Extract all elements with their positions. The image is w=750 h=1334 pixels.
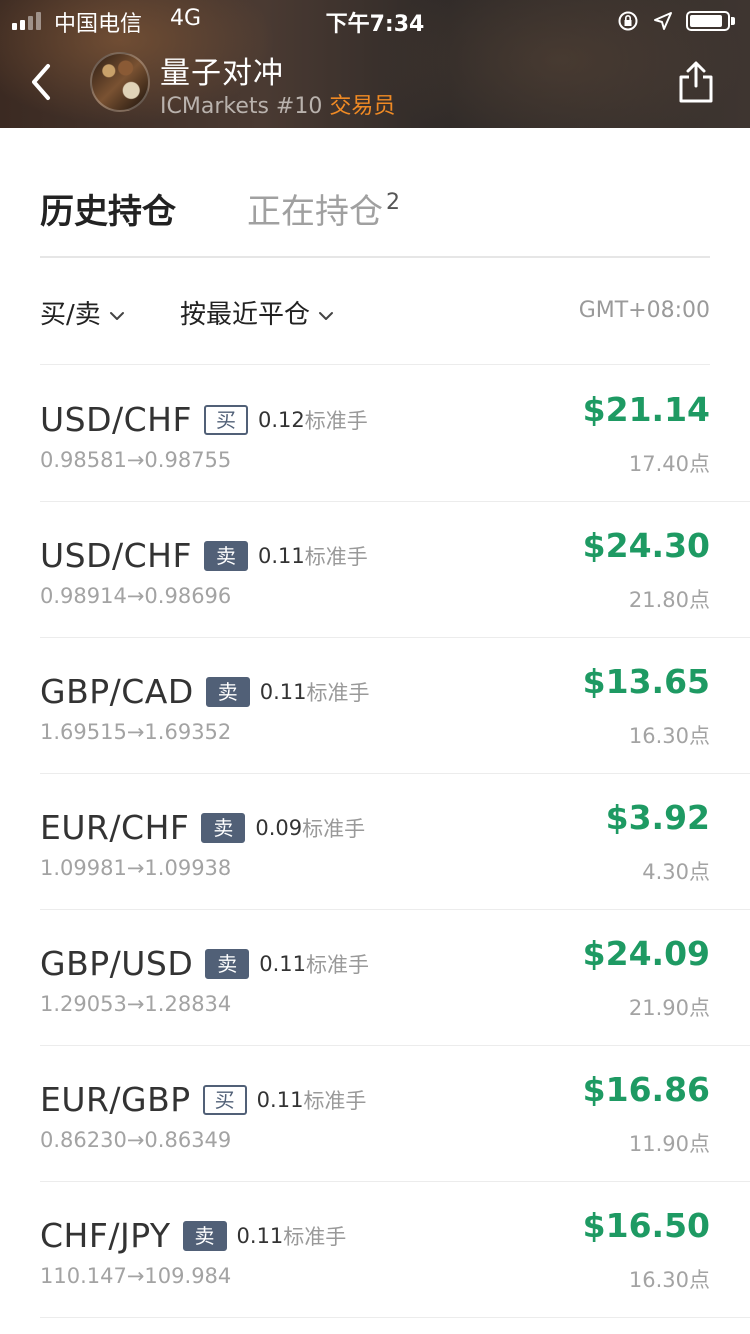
sort-dropdown[interactable]: 按最近平仓 bbox=[180, 294, 334, 331]
profit-amount: $16.86 bbox=[582, 1070, 710, 1109]
profit-amount: $3.92 bbox=[605, 798, 710, 837]
side-filter-label: 买/卖 bbox=[40, 300, 101, 330]
trade-row[interactable]: USD/CHF 卖 0.11 标准手 0.98914→0.98696 $24.30… bbox=[40, 502, 750, 638]
profit-amount: $13.65 bbox=[582, 662, 710, 701]
trader-meta: ICMarkets #10 交易员 bbox=[160, 88, 395, 120]
filter-bar: 买/卖 按最近平仓 GMT+08:00 bbox=[40, 290, 710, 336]
app-header: 中国电信 4G 下午7:34 量子对冲 ICMarkets #10 交易员 bbox=[0, 0, 750, 128]
tabs-divider bbox=[40, 256, 710, 258]
pair-line: EUR/CHF 卖 0.09 标准手 bbox=[40, 808, 365, 847]
sort-label: 按最近平仓 bbox=[180, 300, 311, 330]
lot-unit: 标准手 bbox=[302, 816, 366, 841]
side-badge: 卖 bbox=[201, 812, 246, 843]
pair-line: USD/CHF 卖 0.11 标准手 bbox=[40, 536, 368, 575]
pips-gained: 21.90点 bbox=[628, 996, 710, 1020]
pair-line: USD/CHF 买 0.12 标准手 bbox=[40, 400, 368, 439]
open-close-prices: 0.98581→0.98755 bbox=[40, 448, 232, 472]
timezone-label: GMT+08:00 bbox=[578, 298, 710, 323]
lot-unit: 标准手 bbox=[304, 408, 368, 433]
trade-row[interactable]: CHF/JPY 卖 0.11 标准手 110.147→109.984 $16.50… bbox=[40, 1182, 750, 1318]
trader-name: 量子对冲 bbox=[160, 56, 284, 91]
pair-line: EUR/GBP 买 0.11 标准手 bbox=[40, 1080, 366, 1119]
side-badge: 卖 bbox=[203, 540, 248, 571]
status-bar: 中国电信 4G 下午7:34 bbox=[0, 0, 750, 40]
open-close-prices: 1.69515→1.69352 bbox=[40, 720, 232, 744]
pips-gained: 16.30点 bbox=[628, 724, 710, 748]
battery-icon bbox=[686, 11, 736, 33]
tab-open-positions[interactable]: 正在持仓 bbox=[247, 184, 383, 233]
currency-pair: USD/CHF bbox=[40, 400, 192, 439]
open-positions-count: 2 bbox=[386, 190, 400, 215]
profit-amount: $24.09 bbox=[582, 934, 710, 973]
pips-gained: 4.30点 bbox=[642, 860, 710, 884]
lot-size: 0.11 bbox=[257, 543, 305, 568]
trader-role-label: 交易员 bbox=[329, 94, 396, 119]
trade-row[interactable]: USD/CHF 买 0.12 标准手 0.98581→0.98755 $21.14… bbox=[40, 366, 750, 502]
side-badge: 卖 bbox=[205, 948, 250, 979]
trade-row[interactable]: GBP/USD 卖 0.11 标准手 1.29053→1.28834 $24.09… bbox=[40, 910, 750, 1046]
side-badge: 买 bbox=[203, 404, 248, 435]
side-filter-dropdown[interactable]: 买/卖 bbox=[40, 294, 125, 331]
lot-size: 0.11 bbox=[259, 951, 307, 976]
trade-row[interactable]: EUR/GBP 买 0.11 标准手 0.86230→0.86349 $16.86… bbox=[40, 1046, 750, 1182]
side-badge: 买 bbox=[202, 1084, 247, 1115]
pair-line: GBP/USD 卖 0.11 标准手 bbox=[40, 944, 369, 983]
open-close-prices: 1.29053→1.28834 bbox=[40, 992, 232, 1016]
chevron-down-icon bbox=[319, 311, 334, 320]
currency-pair: EUR/CHF bbox=[40, 808, 190, 847]
pair-line: CHF/JPY 卖 0.11 标准手 bbox=[40, 1216, 346, 1255]
lot-unit: 标准手 bbox=[283, 1224, 347, 1249]
open-close-prices: 0.98914→0.98696 bbox=[40, 584, 232, 608]
currency-pair: CHF/JPY bbox=[40, 1216, 171, 1255]
broker-label: ICMarkets #10 bbox=[160, 94, 323, 119]
open-close-prices: 0.86230→0.86349 bbox=[40, 1128, 232, 1152]
profit-amount: $24.30 bbox=[582, 526, 710, 565]
open-close-prices: 110.147→109.984 bbox=[40, 1264, 232, 1288]
pips-gained: 11.90点 bbox=[628, 1132, 710, 1156]
share-button[interactable] bbox=[676, 60, 716, 104]
profit-amount: $21.14 bbox=[582, 390, 710, 429]
location-arrow-icon bbox=[654, 12, 672, 30]
open-close-prices: 1.09981→1.09938 bbox=[40, 856, 232, 880]
currency-pair: GBP/USD bbox=[40, 944, 194, 983]
currency-pair: GBP/CAD bbox=[40, 672, 194, 711]
side-badge: 卖 bbox=[182, 1220, 227, 1251]
lot-size: 0.12 bbox=[257, 407, 305, 432]
lot-size: 0.11 bbox=[259, 679, 307, 704]
pips-gained: 21.80点 bbox=[628, 588, 710, 612]
lot-unit: 标准手 bbox=[306, 952, 370, 977]
profit-amount: $16.50 bbox=[582, 1206, 710, 1245]
currency-pair: USD/CHF bbox=[40, 536, 192, 575]
lot-size: 0.09 bbox=[255, 815, 303, 840]
lot-unit: 标准手 bbox=[304, 544, 368, 569]
avatar[interactable] bbox=[90, 52, 150, 112]
trade-row[interactable]: EUR/CHF 卖 0.09 标准手 1.09981→1.09938 $3.92 … bbox=[40, 774, 750, 910]
lot-unit: 标准手 bbox=[303, 1088, 367, 1113]
pips-gained: 16.30点 bbox=[628, 1268, 710, 1292]
back-button[interactable] bbox=[22, 58, 62, 106]
chevron-down-icon bbox=[109, 311, 124, 320]
side-badge: 卖 bbox=[205, 676, 250, 707]
pips-gained: 17.40点 bbox=[628, 452, 710, 476]
tab-history-positions[interactable]: 历史持仓 bbox=[40, 184, 176, 233]
lot-size: 0.11 bbox=[236, 1223, 284, 1248]
pair-line: GBP/CAD 卖 0.11 标准手 bbox=[40, 672, 370, 711]
position-tabs: 历史持仓 正在持仓 2 bbox=[40, 180, 710, 256]
filters-divider bbox=[40, 364, 710, 365]
trade-row[interactable]: GBP/CAD 卖 0.11 标准手 1.69515→1.69352 $13.65… bbox=[40, 638, 750, 774]
currency-pair: EUR/GBP bbox=[40, 1080, 191, 1119]
lot-size: 0.11 bbox=[256, 1087, 304, 1112]
trade-list: USD/CHF 买 0.12 标准手 0.98581→0.98755 $21.14… bbox=[0, 366, 750, 1318]
rotation-lock-icon bbox=[618, 11, 638, 31]
lot-unit: 标准手 bbox=[306, 680, 370, 705]
